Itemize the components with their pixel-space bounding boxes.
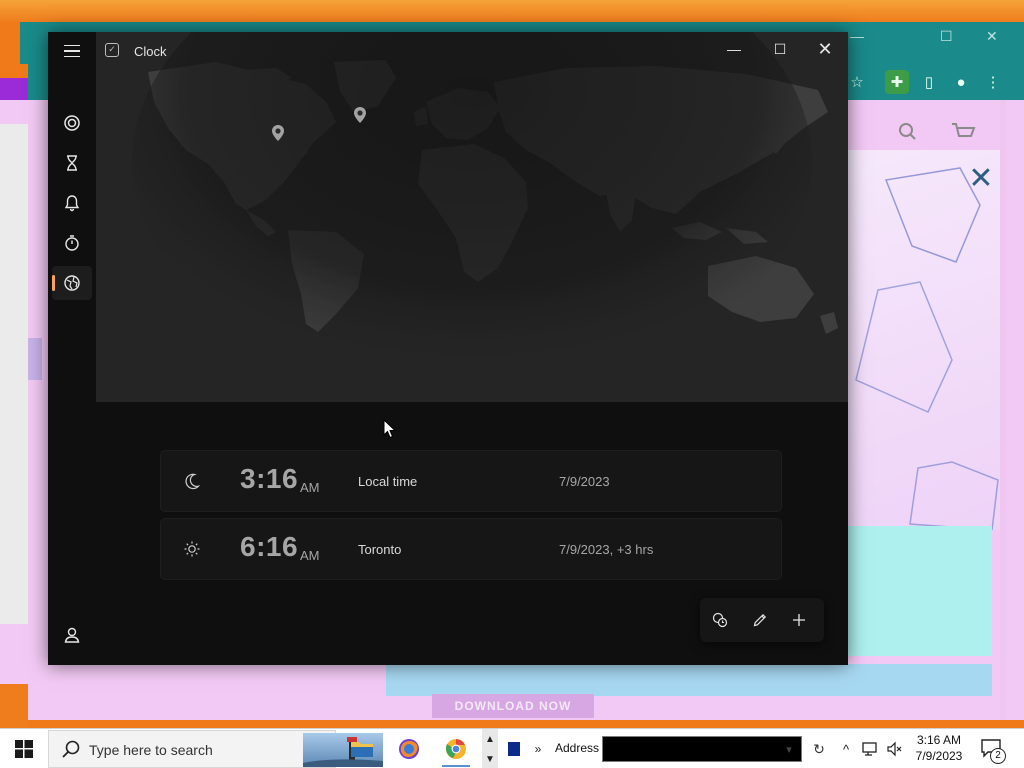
page-hero-graphic [848, 150, 1000, 531]
sun-icon [184, 541, 200, 557]
taskbar-search-input[interactable]: Type here to search [48, 730, 383, 768]
nav-timer[interactable] [52, 146, 92, 180]
maximize-button[interactable]: ☐ [757, 32, 803, 66]
person-icon [64, 627, 80, 643]
app-title: Clock [134, 44, 167, 59]
chrome-icon [445, 739, 466, 759]
cart-icon[interactable] [952, 123, 976, 137]
taskbar-chrome[interactable] [434, 731, 478, 767]
scroll-down-button[interactable]: ▼ [482, 749, 498, 768]
clock-app-icon: ✓ [105, 43, 119, 57]
bell-icon [64, 195, 80, 212]
close-button[interactable]: ✕ [802, 32, 848, 66]
notification-count-badge: 2 [990, 748, 1006, 764]
app-tile-icon [508, 742, 520, 756]
local-time-pin[interactable] [271, 124, 285, 142]
clock-titlebar[interactable]: ✓ Clock — ☐ ✕ [48, 32, 848, 68]
world-clock-card-local[interactable]: 3:16 AM Local time 7/9/2023 [160, 450, 782, 512]
search-placeholder: Type here to search [89, 742, 213, 758]
browser-close-button[interactable]: ✕ [986, 28, 998, 45]
edit-button[interactable] [746, 606, 774, 634]
address-bar-label: Address [555, 741, 600, 755]
world-clock-city: Local time [358, 474, 418, 489]
world-clock-ampm: AM [300, 480, 320, 495]
taskbar-scroll-buttons: ▲ ▼ [482, 729, 498, 768]
clock-sidebar [48, 68, 96, 665]
extensions-icon[interactable]: ✚ [885, 70, 909, 94]
volume-muted-icon[interactable] [884, 739, 906, 759]
compare-icon [712, 612, 728, 628]
add-button[interactable] [785, 606, 813, 634]
world-clock-card-toronto[interactable]: 6:16 AM Toronto 7/9/2023, +3 hrs [160, 518, 782, 580]
folder-icon [351, 742, 373, 757]
page-cyan-strip [386, 664, 992, 696]
world-clock-city: Toronto [358, 542, 402, 557]
edit-icon [753, 613, 767, 627]
nav-focus-sessions[interactable] [52, 106, 92, 140]
world-clock-date: 7/9/2023, +3 hrs [559, 542, 654, 557]
world-clock-toolbar [700, 598, 824, 642]
toronto-pin[interactable] [353, 106, 367, 124]
polygon-decoration [855, 167, 999, 531]
nav-settings[interactable] [52, 658, 92, 665]
nav-stopwatch[interactable] [52, 226, 92, 260]
network-icon[interactable] [860, 739, 882, 759]
clock-app-window: ✓ Clock — ☐ ✕ 3:16 AM Local time 7/9/202… [48, 32, 848, 665]
taskbar-time: 3:16 AM [916, 733, 962, 747]
world-clock-time: 6:16 [240, 531, 299, 562]
hamburger-menu-icon[interactable] [60, 40, 84, 62]
nav-alarm[interactable] [52, 186, 92, 220]
firefox-icon [399, 739, 419, 759]
popup-close-icon[interactable]: ✕ [966, 164, 996, 194]
page-cyan-block [848, 526, 992, 656]
page-header-icons [848, 118, 998, 148]
compare-button[interactable] [706, 606, 734, 634]
add-icon [793, 614, 805, 626]
world-clock-ampm: AM [300, 548, 320, 563]
taskbar-date: 7/9/2023 [915, 749, 963, 763]
taskbar-pinned-app[interactable] [502, 731, 526, 767]
nav-account[interactable] [52, 618, 92, 652]
start-button[interactable] [0, 729, 48, 768]
bookmark-star-icon[interactable]: ☆ [845, 70, 869, 94]
globe-icon [64, 275, 80, 291]
address-go-button[interactable]: ↻ [808, 736, 830, 762]
browser-frame-edge [1000, 100, 1006, 720]
gear-icon [71, 664, 73, 665]
world-clock-time: 3:16 [240, 463, 299, 494]
page-left-accent [28, 338, 42, 380]
download-now-button[interactable]: DOWNLOAD NOW [432, 694, 594, 718]
taskbar-clock[interactable]: 3:16 AM 7/9/2023 [908, 732, 970, 764]
taskbar-file-explorer[interactable] [340, 731, 384, 767]
world-map-graphic [96, 32, 848, 402]
focus-icon [64, 115, 80, 131]
moon-icon [185, 473, 201, 490]
address-bar-input[interactable] [602, 736, 802, 762]
browser-minimize-button[interactable]: — [850, 28, 864, 44]
browser-maximize-button[interactable]: ☐ [940, 28, 953, 45]
sidepanel-icon[interactable]: ▯ [917, 70, 941, 94]
browser-menu-icon[interactable]: ⋮ [981, 70, 1005, 94]
scroll-up-button[interactable]: ▲ [482, 729, 498, 749]
toolbar-overflow-chevron[interactable]: » [528, 731, 548, 767]
page-left-panel [0, 124, 28, 624]
nav-world-clock[interactable] [52, 266, 92, 300]
world-map [96, 32, 848, 402]
stopwatch-icon [65, 235, 79, 251]
search-icon [62, 740, 80, 758]
taskbar: Type here to search ▲ ▼ » Address ▾ ↻ ^ … [0, 728, 1024, 768]
world-clock-content: 3:16 AM Local time 7/9/2023 6:16 AM Toro… [96, 402, 848, 665]
taskbar-firefox[interactable] [387, 731, 431, 767]
mouse-cursor-icon [383, 419, 397, 439]
minimize-button[interactable]: — [711, 32, 757, 66]
desktop-strip-bottom [0, 684, 28, 728]
tray-overflow-chevron[interactable]: ^ [838, 739, 854, 759]
hourglass-icon [67, 155, 77, 171]
world-clock-date: 7/9/2023 [559, 474, 610, 489]
address-dropdown-button[interactable]: ▾ [778, 737, 800, 761]
desktop-strip [0, 0, 1024, 22]
profile-icon[interactable]: ● [949, 70, 973, 94]
windows-logo-icon [15, 740, 33, 758]
